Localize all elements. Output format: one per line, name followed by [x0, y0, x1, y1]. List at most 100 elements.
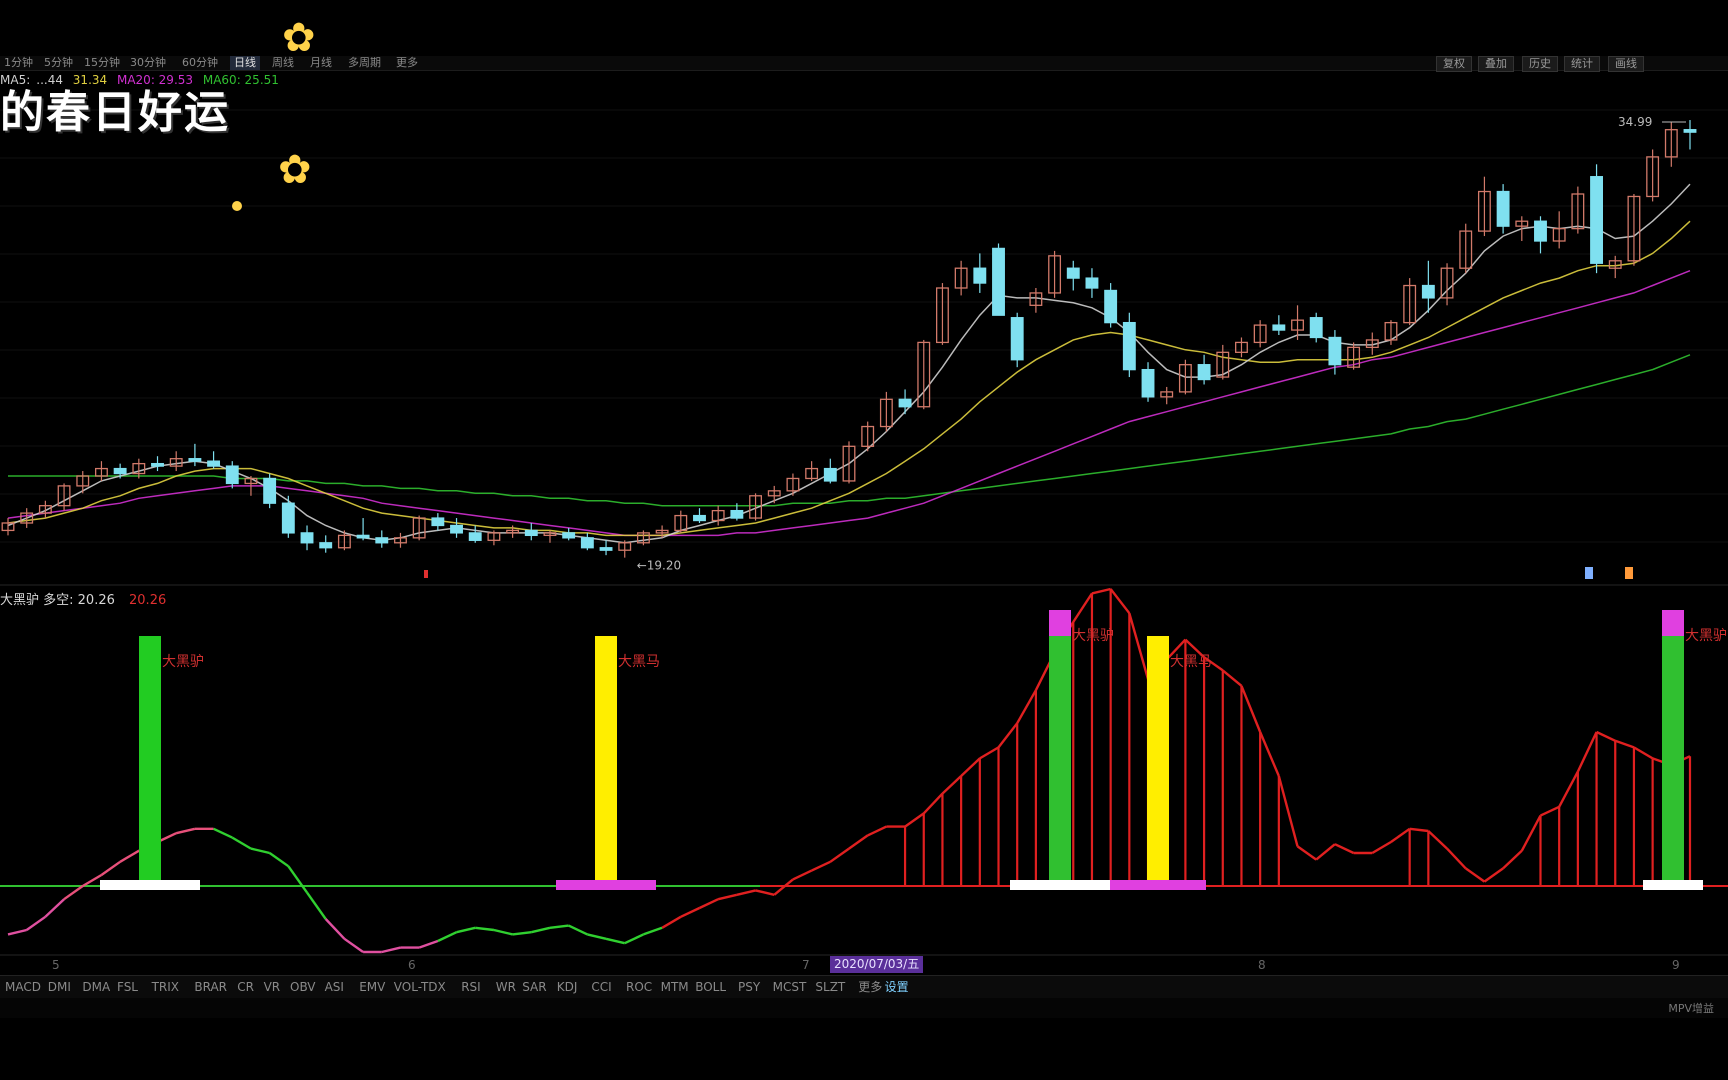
signal-bar: [1049, 610, 1071, 886]
indicator-line: [512, 931, 532, 936]
indicator-tab-bar: MACD DMI DMA FSL TRIX BRAR CR VR OBV ASI EMV VOL-TD…: [0, 975, 1728, 998]
indicator-tab[interactable]: SAR: [519, 979, 549, 995]
indicator-line: [437, 931, 458, 943]
candle-body: [992, 247, 1005, 316]
indicator-line: [904, 812, 925, 828]
indicator-line: [829, 847, 850, 863]
cursor-date-badge: 2020/07/03/五: [830, 956, 924, 973]
x-axis-label: 6: [408, 958, 416, 972]
indicator-line: [773, 878, 794, 896]
candle-body: [973, 267, 987, 284]
indicator-tab[interactable]: ASI: [322, 979, 347, 995]
candle-body: [1122, 321, 1136, 371]
signal-bar: [139, 636, 161, 886]
candle-body: [188, 458, 202, 462]
indicator-line: [587, 933, 607, 940]
indicator-tab[interactable]: PSY: [735, 979, 763, 995]
indicator-line: [324, 918, 346, 940]
indicator-line: [1222, 669, 1243, 687]
indicator-line: [1091, 587, 1111, 595]
indicator-line: [306, 891, 327, 920]
indicator-line: [979, 746, 1000, 760]
signal-bar: [595, 636, 617, 886]
indicator-line: [1483, 867, 1504, 883]
signal-bar-cap: [1662, 610, 1684, 636]
status-bar: MPV增益: [0, 998, 1728, 1018]
indicator-tab[interactable]: VOL-TDX: [391, 979, 449, 995]
indicator-line: [100, 860, 121, 876]
indicator-line: [213, 827, 233, 839]
indicator-line: [960, 757, 981, 777]
x-axis-label: 7: [802, 958, 810, 972]
candle-body: [1085, 277, 1099, 289]
indicator-tab[interactable]: BRAR: [191, 979, 230, 995]
x-axis-label: 9: [1672, 958, 1680, 972]
indicator-line: [1016, 689, 1037, 724]
flower-sticker-icon: ✿: [278, 147, 312, 193]
indicator-tab[interactable]: KDJ: [554, 979, 581, 995]
indicator-line: [1296, 845, 1317, 861]
indicator-line: [1371, 840, 1392, 855]
indicator-line: [1633, 746, 1654, 760]
indicator-line: [63, 885, 84, 901]
indicator-line: [1539, 805, 1560, 817]
indicator-legend: 大黑驴 多空: 20.26 20.26: [0, 589, 166, 608]
signal-label: 大黑驴: [1685, 628, 1727, 644]
indicator-tab[interactable]: OBV: [287, 979, 319, 995]
indicator-tab[interactable]: TRIX: [149, 979, 182, 995]
indicator-name: 大黑驴 多空:: [0, 593, 74, 608]
indicator-tab[interactable]: MACD: [2, 979, 44, 995]
indicator-line: [1240, 685, 1262, 733]
indicator-tab[interactable]: CR: [234, 979, 257, 995]
signal-base-bar: [1643, 880, 1703, 890]
indicator-line: [1446, 847, 1467, 870]
candle-body: [450, 524, 463, 534]
candle-body: [113, 467, 127, 475]
indicator-tab[interactable]: RSI: [458, 979, 484, 995]
indicator-tab[interactable]: MTM: [658, 979, 692, 995]
indicator-tab[interactable]: WR: [493, 979, 519, 995]
indicator-line: [1576, 731, 1598, 773]
indicator-tab[interactable]: SLZT: [812, 979, 848, 995]
event-marker-icon: [1585, 567, 1593, 579]
indicator-tab[interactable]: MCST: [770, 979, 810, 995]
signal-base-bar: [100, 880, 200, 890]
flower-sticker-icon: ✿: [282, 15, 316, 61]
indicator-tab[interactable]: DMA: [79, 979, 113, 995]
indicator-tab[interactable]: BOLL: [692, 979, 729, 995]
candle-body: [375, 537, 389, 544]
indicator-tab[interactable]: 设置: [882, 979, 912, 995]
candle-body: [524, 529, 538, 537]
indicator-line: [624, 933, 644, 945]
indicator-tab[interactable]: DMI: [45, 979, 74, 995]
indicator-line: [698, 898, 719, 910]
indicator-line: [848, 834, 869, 850]
indicator-tab[interactable]: ROC: [623, 979, 655, 995]
indicator-line: [1334, 843, 1355, 855]
candlestick-chart[interactable]: 34.99←19.20大黑驴 大黑马大黑驴大黑马大黑驴: [0, 0, 1728, 1080]
indicator-line: [1427, 830, 1448, 850]
indicator-line: [287, 865, 309, 894]
low-price-label: ←19.20: [637, 559, 681, 573]
candle-body: [151, 462, 164, 467]
signal-label: 大黑驴: [162, 654, 204, 670]
indicator-line: [736, 889, 756, 896]
indicator-tab[interactable]: VR: [261, 979, 284, 995]
candle-body: [1066, 267, 1080, 279]
indicator-tab[interactable]: CCI: [588, 979, 614, 995]
indicator-line: [1072, 592, 1093, 623]
indicator-line: [7, 928, 27, 936]
candle-body: [730, 509, 744, 519]
indicator-tab[interactable]: FSL: [114, 979, 141, 995]
candle-body: [580, 537, 594, 549]
indicator-line: [268, 852, 290, 868]
indicator-line: [418, 939, 439, 949]
sticker-dot-icon: [232, 201, 242, 211]
candle-body: [1309, 317, 1323, 339]
candle-body: [693, 514, 706, 522]
candle-body: [823, 467, 837, 482]
signal-base-bar: [556, 880, 656, 890]
candle-body: [1421, 284, 1435, 299]
indicator-tab[interactable]: EMV: [356, 979, 388, 995]
event-marker-icon: [424, 570, 428, 578]
